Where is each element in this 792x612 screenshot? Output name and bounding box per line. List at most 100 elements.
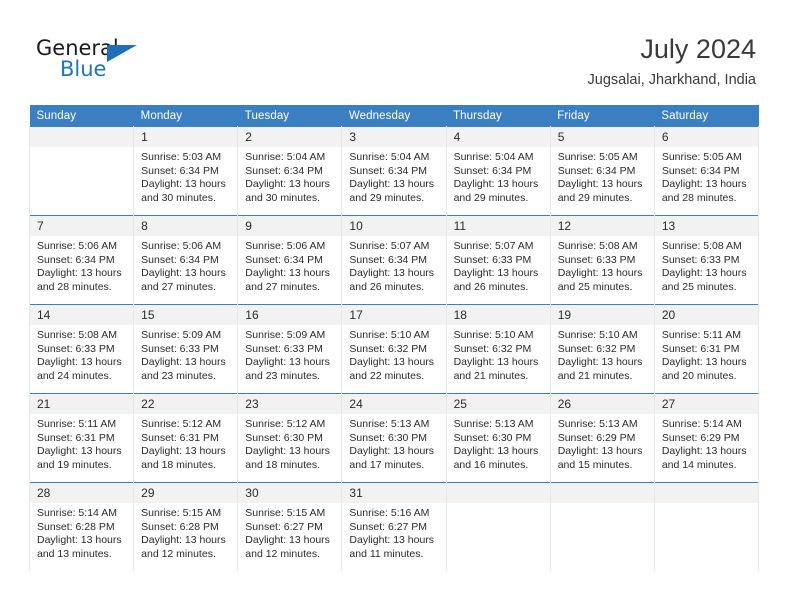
calendar-day-cell[interactable]: 16 Sunrise: 5:09 AM Sunset: 6:33 PM Dayligh… bbox=[237, 304, 343, 394]
calendar-day-cell[interactable]: 30 Sunrise: 5:15 AM Sunset: 6:27 PM Dayligh… bbox=[237, 482, 343, 571]
daylight-text-line2: and 28 minutes. bbox=[661, 191, 737, 204]
calendar-day-cell[interactable]: 10 Sunrise: 5:07 AM Sunset: 6:34 PM Dayligh… bbox=[341, 215, 447, 305]
calendar-day-cell[interactable]: 22 Sunrise: 5:12 AM Sunset: 6:31 PM Dayligh… bbox=[133, 393, 239, 483]
calendar-day-cell[interactable]: 2 Sunrise: 5:04 AM Sunset: 6:34 PM Daylight… bbox=[237, 126, 343, 216]
sunrise-text: Sunrise: 5:09 AM bbox=[245, 329, 326, 341]
daylight-text-line2: and 29 minutes. bbox=[349, 191, 425, 204]
day-cell-inner: 15 Sunrise: 5:09 AM Sunset: 6:33 PM Dayligh… bbox=[134, 305, 238, 393]
calendar-day-cell[interactable]: 6 Sunrise: 5:05 AM Sunset: 6:34 PM Daylight… bbox=[653, 126, 760, 216]
daylight-text-line2: and 15 minutes. bbox=[557, 458, 633, 471]
sunrise-text: Sunrise: 5:08 AM bbox=[37, 329, 117, 341]
weekday-header-thursday: Thursday bbox=[446, 105, 551, 127]
sunset-text: Sunset: 6:28 PM bbox=[37, 520, 115, 533]
day-number: 13 bbox=[654, 216, 758, 236]
calendar-day-cell[interactable]: 4 Sunrise: 5:04 AM Sunset: 6:34 PM Daylight… bbox=[445, 126, 551, 216]
calendar-day-cell[interactable]: 17 Sunrise: 5:10 AM Sunset: 6:32 PM Dayligh… bbox=[341, 304, 447, 394]
day-number: 4 bbox=[446, 127, 550, 147]
day-sun-info: Sunrise: 5:06 AM Sunset: 6:34 PM Daylight:… bbox=[30, 236, 133, 294]
day-number: 28 bbox=[30, 483, 134, 503]
calendar-day-cell[interactable]: 8 Sunrise: 5:06 AM Sunset: 6:34 PM Daylight… bbox=[133, 215, 239, 305]
calendar-week-row: 21 Sunrise: 5:11 AM Sunset: 6:31 PM Dayligh… bbox=[28, 393, 760, 483]
sunset-text: Sunset: 6:29 PM bbox=[661, 431, 740, 444]
day-cell-inner: 14 Sunrise: 5:08 AM Sunset: 6:33 PM Dayligh… bbox=[30, 305, 134, 393]
calendar-day-cell[interactable]: 21 Sunrise: 5:11 AM Sunset: 6:31 PM Dayligh… bbox=[28, 393, 135, 483]
calendar-day-cell[interactable]: 14 Sunrise: 5:08 AM Sunset: 6:33 PM Dayligh… bbox=[28, 304, 135, 394]
day-number: 6 bbox=[654, 127, 758, 147]
calendar-day-cell[interactable]: 25 Sunrise: 5:13 AM Sunset: 6:30 PM Dayligh… bbox=[445, 393, 551, 483]
day-cell-inner bbox=[446, 483, 550, 571]
calendar-day-cell[interactable]: 27 Sunrise: 5:14 AM Sunset: 6:29 PM Dayligh… bbox=[653, 393, 760, 483]
sunset-text: Sunset: 6:31 PM bbox=[141, 431, 219, 444]
calendar-day-cell[interactable]: 15 Sunrise: 5:09 AM Sunset: 6:33 PM Dayligh… bbox=[133, 304, 239, 394]
day-sun-info: Sunrise: 5:04 AM Sunset: 6:34 PM Daylight:… bbox=[238, 147, 341, 205]
daylight-text-line1: Daylight: 13 hours bbox=[37, 534, 122, 547]
page-title: July 2024 bbox=[640, 34, 756, 64]
calendar-day-cell[interactable]: 19 Sunrise: 5:10 AM Sunset: 6:32 PM Dayligh… bbox=[549, 304, 655, 394]
sunset-text: Sunset: 6:34 PM bbox=[453, 164, 532, 177]
day-cell-inner: 25 Sunrise: 5:13 AM Sunset: 6:30 PM Dayligh… bbox=[446, 394, 550, 482]
sunset-text: Sunset: 6:33 PM bbox=[141, 342, 219, 355]
day-cell-inner: 23 Sunrise: 5:12 AM Sunset: 6:30 PM Dayligh… bbox=[238, 394, 342, 482]
sunrise-text: Sunrise: 5:07 AM bbox=[453, 240, 534, 252]
calendar-day-cell[interactable]: 1 Sunrise: 5:03 AM Sunset: 6:34 PM Daylight… bbox=[133, 126, 239, 216]
day-number bbox=[550, 483, 654, 503]
calendar-day-cell[interactable]: 9 Sunrise: 5:06 AM Sunset: 6:34 PM Daylight… bbox=[237, 215, 343, 305]
sunset-text: Sunset: 6:30 PM bbox=[453, 431, 532, 444]
day-sun-info: Sunrise: 5:13 AM Sunset: 6:29 PM Daylight:… bbox=[551, 414, 654, 472]
calendar-day-cell[interactable]: 5 Sunrise: 5:05 AM Sunset: 6:34 PM Daylight… bbox=[549, 126, 655, 216]
daylight-text-line2: and 20 minutes. bbox=[661, 369, 737, 382]
day-number: 20 bbox=[654, 305, 758, 325]
calendar-day-cell[interactable]: 29 Sunrise: 5:15 AM Sunset: 6:28 PM Dayligh… bbox=[133, 482, 239, 571]
sunset-text: Sunset: 6:34 PM bbox=[141, 164, 219, 177]
calendar-day-cell[interactable]: 13 Sunrise: 5:08 AM Sunset: 6:33 PM Dayligh… bbox=[653, 215, 760, 305]
daylight-text-line2: and 27 minutes. bbox=[245, 280, 320, 293]
sunset-text: Sunset: 6:27 PM bbox=[245, 520, 323, 533]
day-number: 26 bbox=[550, 394, 654, 414]
daylight-text-line2: and 18 minutes. bbox=[245, 458, 320, 471]
general-blue-logo[interactable]: General Blue bbox=[36, 36, 166, 92]
sunset-text: Sunset: 6:32 PM bbox=[349, 342, 428, 355]
daylight-text-line2: and 28 minutes. bbox=[37, 280, 112, 293]
sunset-text: Sunset: 6:34 PM bbox=[349, 164, 428, 177]
day-number: 29 bbox=[134, 483, 238, 503]
daylight-text-line1: Daylight: 13 hours bbox=[661, 178, 747, 191]
calendar-day-cell[interactable]: 26 Sunrise: 5:13 AM Sunset: 6:29 PM Dayligh… bbox=[549, 393, 655, 483]
sunrise-text: Sunrise: 5:13 AM bbox=[557, 418, 638, 430]
day-sun-info: Sunrise: 5:12 AM Sunset: 6:31 PM Daylight:… bbox=[134, 414, 237, 472]
calendar-week-row: 1 Sunrise: 5:03 AM Sunset: 6:34 PM Daylight… bbox=[28, 126, 760, 216]
day-sun-info: Sunrise: 5:08 AM Sunset: 6:33 PM Daylight:… bbox=[551, 236, 654, 294]
calendar-day-cell[interactable]: 7 Sunrise: 5:06 AM Sunset: 6:34 PM Daylight… bbox=[28, 215, 135, 305]
calendar-day-cell[interactable]: 18 Sunrise: 5:10 AM Sunset: 6:32 PM Dayligh… bbox=[445, 304, 551, 394]
day-number: 11 bbox=[446, 216, 550, 236]
daylight-text-line1: Daylight: 13 hours bbox=[349, 178, 435, 191]
day-number: 17 bbox=[342, 305, 446, 325]
title-block: July 2024 Jugsalai, Jharkhand, India bbox=[588, 32, 756, 91]
day-number: 30 bbox=[238, 483, 342, 503]
calendar-day-cell[interactable]: 24 Sunrise: 5:13 AM Sunset: 6:30 PM Dayligh… bbox=[341, 393, 447, 483]
calendar-day-cell[interactable]: 20 Sunrise: 5:11 AM Sunset: 6:31 PM Dayligh… bbox=[653, 304, 760, 394]
sunrise-text: Sunrise: 5:06 AM bbox=[37, 240, 117, 252]
day-cell-inner: 4 Sunrise: 5:04 AM Sunset: 6:34 PM Daylight… bbox=[446, 127, 550, 215]
day-cell-inner: 27 Sunrise: 5:14 AM Sunset: 6:29 PM Dayligh… bbox=[654, 394, 758, 482]
daylight-text-line1: Daylight: 13 hours bbox=[245, 267, 330, 280]
daylight-text-line1: Daylight: 13 hours bbox=[245, 445, 330, 458]
sunrise-text: Sunrise: 5:14 AM bbox=[661, 418, 742, 430]
day-cell-inner: 17 Sunrise: 5:10 AM Sunset: 6:32 PM Dayligh… bbox=[342, 305, 446, 393]
calendar-day-cell[interactable]: 28 Sunrise: 5:14 AM Sunset: 6:28 PM Dayligh… bbox=[28, 482, 135, 571]
sunset-text: Sunset: 6:33 PM bbox=[557, 253, 636, 266]
daylight-text-line1: Daylight: 13 hours bbox=[141, 356, 226, 369]
daylight-text-line2: and 22 minutes. bbox=[349, 369, 425, 382]
calendar-day-cell[interactable]: 3 Sunrise: 5:04 AM Sunset: 6:34 PM Daylight… bbox=[341, 126, 447, 216]
calendar-day-cell[interactable]: 31 Sunrise: 5:16 AM Sunset: 6:27 PM Dayligh… bbox=[341, 482, 447, 571]
calendar-day-cell[interactable]: 12 Sunrise: 5:08 AM Sunset: 6:33 PM Dayligh… bbox=[549, 215, 655, 305]
daylight-text-line1: Daylight: 13 hours bbox=[453, 445, 539, 458]
day-number: 25 bbox=[446, 394, 550, 414]
day-cell-inner: 30 Sunrise: 5:15 AM Sunset: 6:27 PM Dayligh… bbox=[238, 483, 342, 571]
daylight-text-line1: Daylight: 13 hours bbox=[453, 356, 539, 369]
calendar-week-row: 14 Sunrise: 5:08 AM Sunset: 6:33 PM Dayligh… bbox=[28, 304, 760, 394]
calendar-day-cell[interactable]: 23 Sunrise: 5:12 AM Sunset: 6:30 PM Dayligh… bbox=[237, 393, 343, 483]
day-cell-inner: 12 Sunrise: 5:08 AM Sunset: 6:33 PM Dayligh… bbox=[550, 216, 654, 304]
calendar-day-cell[interactable]: 11 Sunrise: 5:07 AM Sunset: 6:33 PM Dayligh… bbox=[445, 215, 551, 305]
day-sun-info: Sunrise: 5:10 AM Sunset: 6:32 PM Daylight:… bbox=[447, 325, 550, 383]
day-cell-inner bbox=[550, 483, 654, 571]
